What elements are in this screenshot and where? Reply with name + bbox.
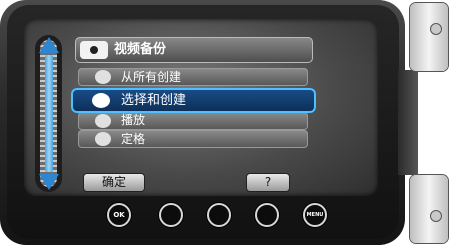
menu-label: MENU bbox=[306, 212, 324, 218]
ok-button[interactable]: OK bbox=[107, 203, 131, 227]
menu-item-create-from-all[interactable] bbox=[78, 68, 308, 86]
hinge-top-plate bbox=[410, 3, 448, 71]
confirm-button[interactable]: 确定 bbox=[84, 174, 144, 191]
hardware-button-4[interactable] bbox=[255, 203, 279, 227]
ok-label: OK bbox=[113, 211, 125, 219]
screw-icon bbox=[430, 210, 442, 222]
menu-item-play[interactable] bbox=[78, 112, 308, 130]
scroll-indicator bbox=[45, 55, 53, 172]
hinge-bottom-plate bbox=[410, 175, 448, 243]
scroll-up-arrow-icon[interactable] bbox=[39, 37, 59, 53]
menu-item-label: 播放 bbox=[121, 113, 146, 127]
menu-item-finalize[interactable] bbox=[78, 130, 308, 148]
screw-icon bbox=[430, 23, 442, 35]
hardware-button-2[interactable] bbox=[159, 203, 183, 227]
help-button[interactable]: ? bbox=[247, 174, 289, 191]
menu-title: 视频备份 bbox=[114, 42, 167, 57]
disc-create-icon bbox=[95, 70, 111, 84]
scroll-down-arrow-icon[interactable] bbox=[39, 174, 59, 190]
menu-title-bar bbox=[75, 37, 313, 63]
hinge-joint bbox=[398, 70, 418, 175]
hardware-button-3[interactable] bbox=[207, 203, 231, 227]
menu-button[interactable]: MENU bbox=[303, 203, 327, 227]
menu-item-label: 从所有创建 bbox=[121, 70, 182, 84]
play-disc-icon bbox=[95, 114, 111, 128]
disc-icon-center bbox=[90, 46, 98, 54]
menu-item-label: 选择和创建 bbox=[121, 93, 187, 108]
menu-item-label: 定格 bbox=[121, 132, 146, 146]
finalize-icon bbox=[95, 132, 111, 146]
disc-select-icon bbox=[92, 93, 110, 108]
